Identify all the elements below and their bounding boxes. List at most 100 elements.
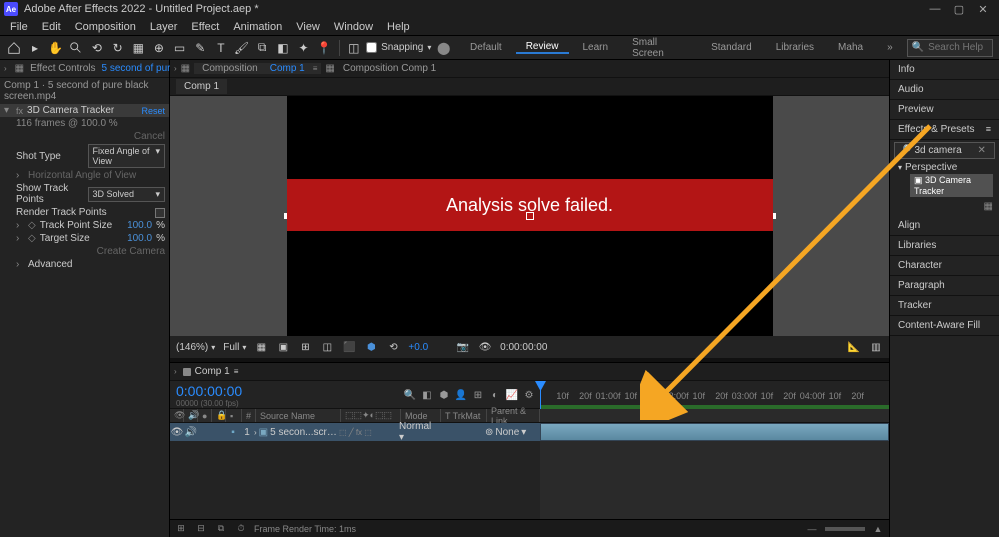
color-mgmt-icon[interactable]: ⬢ <box>364 340 378 354</box>
render-track-points-checkbox[interactable] <box>155 208 165 218</box>
help-search[interactable]: 🔍 <box>907 39 993 57</box>
type-tool-icon[interactable]: T <box>213 39 230 57</box>
effect-controls-tab-label[interactable]: Effect Controls <box>30 63 95 74</box>
twisty-right-icon[interactable]: › <box>254 428 257 437</box>
timeline-timecode[interactable]: 0:00:00:00 <box>176 383 393 399</box>
layer-label-icon[interactable]: ▪ <box>226 427 240 438</box>
zoom-dropdown[interactable]: (146%) ▾ <box>176 342 215 353</box>
tl-draft3d-icon[interactable]: ⬢ <box>437 389 451 403</box>
region-icon[interactable]: ◫ <box>320 340 334 354</box>
twisty-down-icon[interactable]: ▾ <box>4 105 12 116</box>
clear-search-icon[interactable]: ✕ <box>977 145 985 156</box>
brush-tool-icon[interactable]: 🖌 <box>233 39 250 57</box>
flowchart-icon[interactable]: ▦ <box>181 63 190 74</box>
fx-icon[interactable]: fx <box>16 106 23 116</box>
keyframe-icon[interactable]: ◇ <box>28 220 36 231</box>
col-source-name[interactable]: Source Name <box>256 409 341 422</box>
info-panel-header[interactable]: Info <box>890 60 999 80</box>
target-size-value[interactable]: 100.0 <box>127 233 152 244</box>
effect-row-3d-camera-tracker[interactable]: ▾ fx 3D Camera Tracker Reset <box>0 104 169 117</box>
shot-type-dropdown[interactable]: Fixed Angle of View▾ <box>88 144 166 168</box>
layer-switches[interactable]: ⬚ ╱ fx ⬚ <box>339 428 399 437</box>
toggle-switches-icon[interactable]: ⊞ <box>174 522 188 536</box>
menu-effect[interactable]: Effect <box>185 21 225 33</box>
menu-file[interactable]: File <box>4 21 34 33</box>
libraries-panel-header[interactable]: Libraries <box>890 236 999 256</box>
twisty-right-icon[interactable]: › <box>16 233 24 244</box>
twisty-right-icon[interactable]: › <box>16 259 24 270</box>
menu-window[interactable]: Window <box>328 21 379 33</box>
mask-mode-icon[interactable]: ◫ <box>345 39 362 57</box>
eraser-tool-icon[interactable]: ◧ <box>275 39 292 57</box>
layer-name[interactable]: 5 secon...screen.mp4 <box>270 427 339 438</box>
maximize-button[interactable]: ▢ <box>947 2 971 16</box>
snapping-checkbox[interactable] <box>366 42 377 53</box>
track-point-size-value[interactable]: 100.0 <box>127 220 152 231</box>
character-panel-header[interactable]: Character <box>890 256 999 276</box>
tl-motionblur-icon[interactable]: ◐ <box>488 389 502 403</box>
reset-link[interactable]: Reset <box>141 106 165 116</box>
timeline-ruler[interactable]: 10f 20f 01:00f 10f 20f 02:00f 10f 20f 03… <box>540 381 889 409</box>
zoom-tool-icon[interactable] <box>68 39 85 57</box>
panel-caret-icon[interactable]: › <box>4 64 9 73</box>
pen-tool-icon[interactable]: ✎ <box>192 39 209 57</box>
menu-help[interactable]: Help <box>381 21 416 33</box>
menu-edit[interactable]: Edit <box>36 21 67 33</box>
timeline-zoom-slider[interactable] <box>825 527 865 531</box>
workspace-small-screen[interactable]: Small Screen <box>622 37 697 59</box>
col-solo-icon[interactable]: ● <box>198 409 212 422</box>
project-tab-icon[interactable]: ▦ <box>15 63 24 74</box>
snapping-toggle[interactable]: Snapping ▾ <box>366 42 431 53</box>
show-track-points-dropdown[interactable]: 3D Solved▾ <box>88 187 166 202</box>
tl-brainstorm-icon[interactable]: ⚙ <box>522 389 536 403</box>
layer-duration-bar[interactable] <box>540 423 889 441</box>
hand-tool-icon[interactable]: ✋ <box>47 39 64 57</box>
workspace-maha[interactable]: Maha <box>828 42 873 53</box>
effect-item-3d-camera-tracker[interactable]: ▣ 3D Camera Tracker <box>910 174 993 197</box>
snapping-chevron-icon[interactable]: ▾ <box>427 43 431 52</box>
col-audio-icon[interactable]: 🔊 <box>184 409 198 422</box>
show-snapshot-icon[interactable]: 👁 <box>478 340 492 354</box>
draft-3d-icon[interactable]: 📐 <box>847 340 861 354</box>
advanced-row[interactable]: › Advanced <box>0 258 169 271</box>
roto-tool-icon[interactable]: ✦ <box>295 39 312 57</box>
menu-layer[interactable]: Layer <box>144 21 184 33</box>
col-parent[interactable]: Parent & Link <box>487 409 540 422</box>
snapshot-icon[interactable]: 📷 <box>456 340 470 354</box>
preview-timecode[interactable]: 0:00:00:00 <box>500 342 547 353</box>
render-time-icon[interactable]: ⏱ <box>234 522 248 536</box>
fill-icon[interactable]: ⬤ <box>435 39 452 57</box>
orbit-tool-icon[interactable]: ⟲ <box>89 39 106 57</box>
pan-behind-tool-icon[interactable]: ⊕ <box>151 39 168 57</box>
menu-animation[interactable]: Animation <box>227 21 288 33</box>
audio-panel-header[interactable]: Audio <box>890 80 999 100</box>
col-lock-icon[interactable]: 🔒 <box>212 409 226 422</box>
panel-menu-icon[interactable]: ≡ <box>313 64 318 73</box>
exposure-value[interactable]: +0.0 <box>408 342 428 353</box>
effects-search-input[interactable] <box>914 145 974 156</box>
panel-menu-icon[interactable]: ≡ <box>234 367 239 376</box>
puppet-tool-icon[interactable]: 📍 <box>316 39 333 57</box>
composition-tab-name[interactable]: Comp 1 <box>266 63 309 74</box>
transparency-grid-icon[interactable]: ▦ <box>254 340 268 354</box>
help-search-input[interactable] <box>928 42 988 53</box>
preview-panel-header[interactable]: Preview <box>890 100 999 120</box>
channel-icon[interactable]: ⬛ <box>342 340 356 354</box>
camera-tool-icon[interactable]: ▦ <box>130 39 147 57</box>
effects-category-perspective[interactable]: ▾ Perspective <box>896 161 993 174</box>
effects-search[interactable]: 🔎 ✕ <box>894 142 995 159</box>
comp-tab[interactable]: Comp 1 <box>176 79 227 94</box>
toggle-modes-icon[interactable]: ⊟ <box>194 522 208 536</box>
close-button[interactable]: ✕ <box>971 2 995 16</box>
zoom-out-icon[interactable]: — <box>805 522 819 536</box>
tl-shy-icon[interactable]: 👤 <box>454 389 468 403</box>
layer-parent-dropdown[interactable]: ⊚ None ▾ <box>485 427 540 438</box>
zoom-in-icon[interactable]: ▲ <box>871 522 885 536</box>
col-label-icon[interactable]: ▪ <box>226 409 242 422</box>
composition-canvas[interactable]: Analysis solve failed. <box>287 96 773 336</box>
keyframe-icon[interactable]: ◇ <box>28 233 36 244</box>
flowchart-icon[interactable]: ▦ <box>325 63 334 74</box>
workspace-overflow-icon[interactable]: » <box>877 42 903 53</box>
tl-frameblend-icon[interactable]: ⊞ <box>471 389 485 403</box>
content-aware-fill-header[interactable]: Content-Aware Fill <box>890 316 999 336</box>
